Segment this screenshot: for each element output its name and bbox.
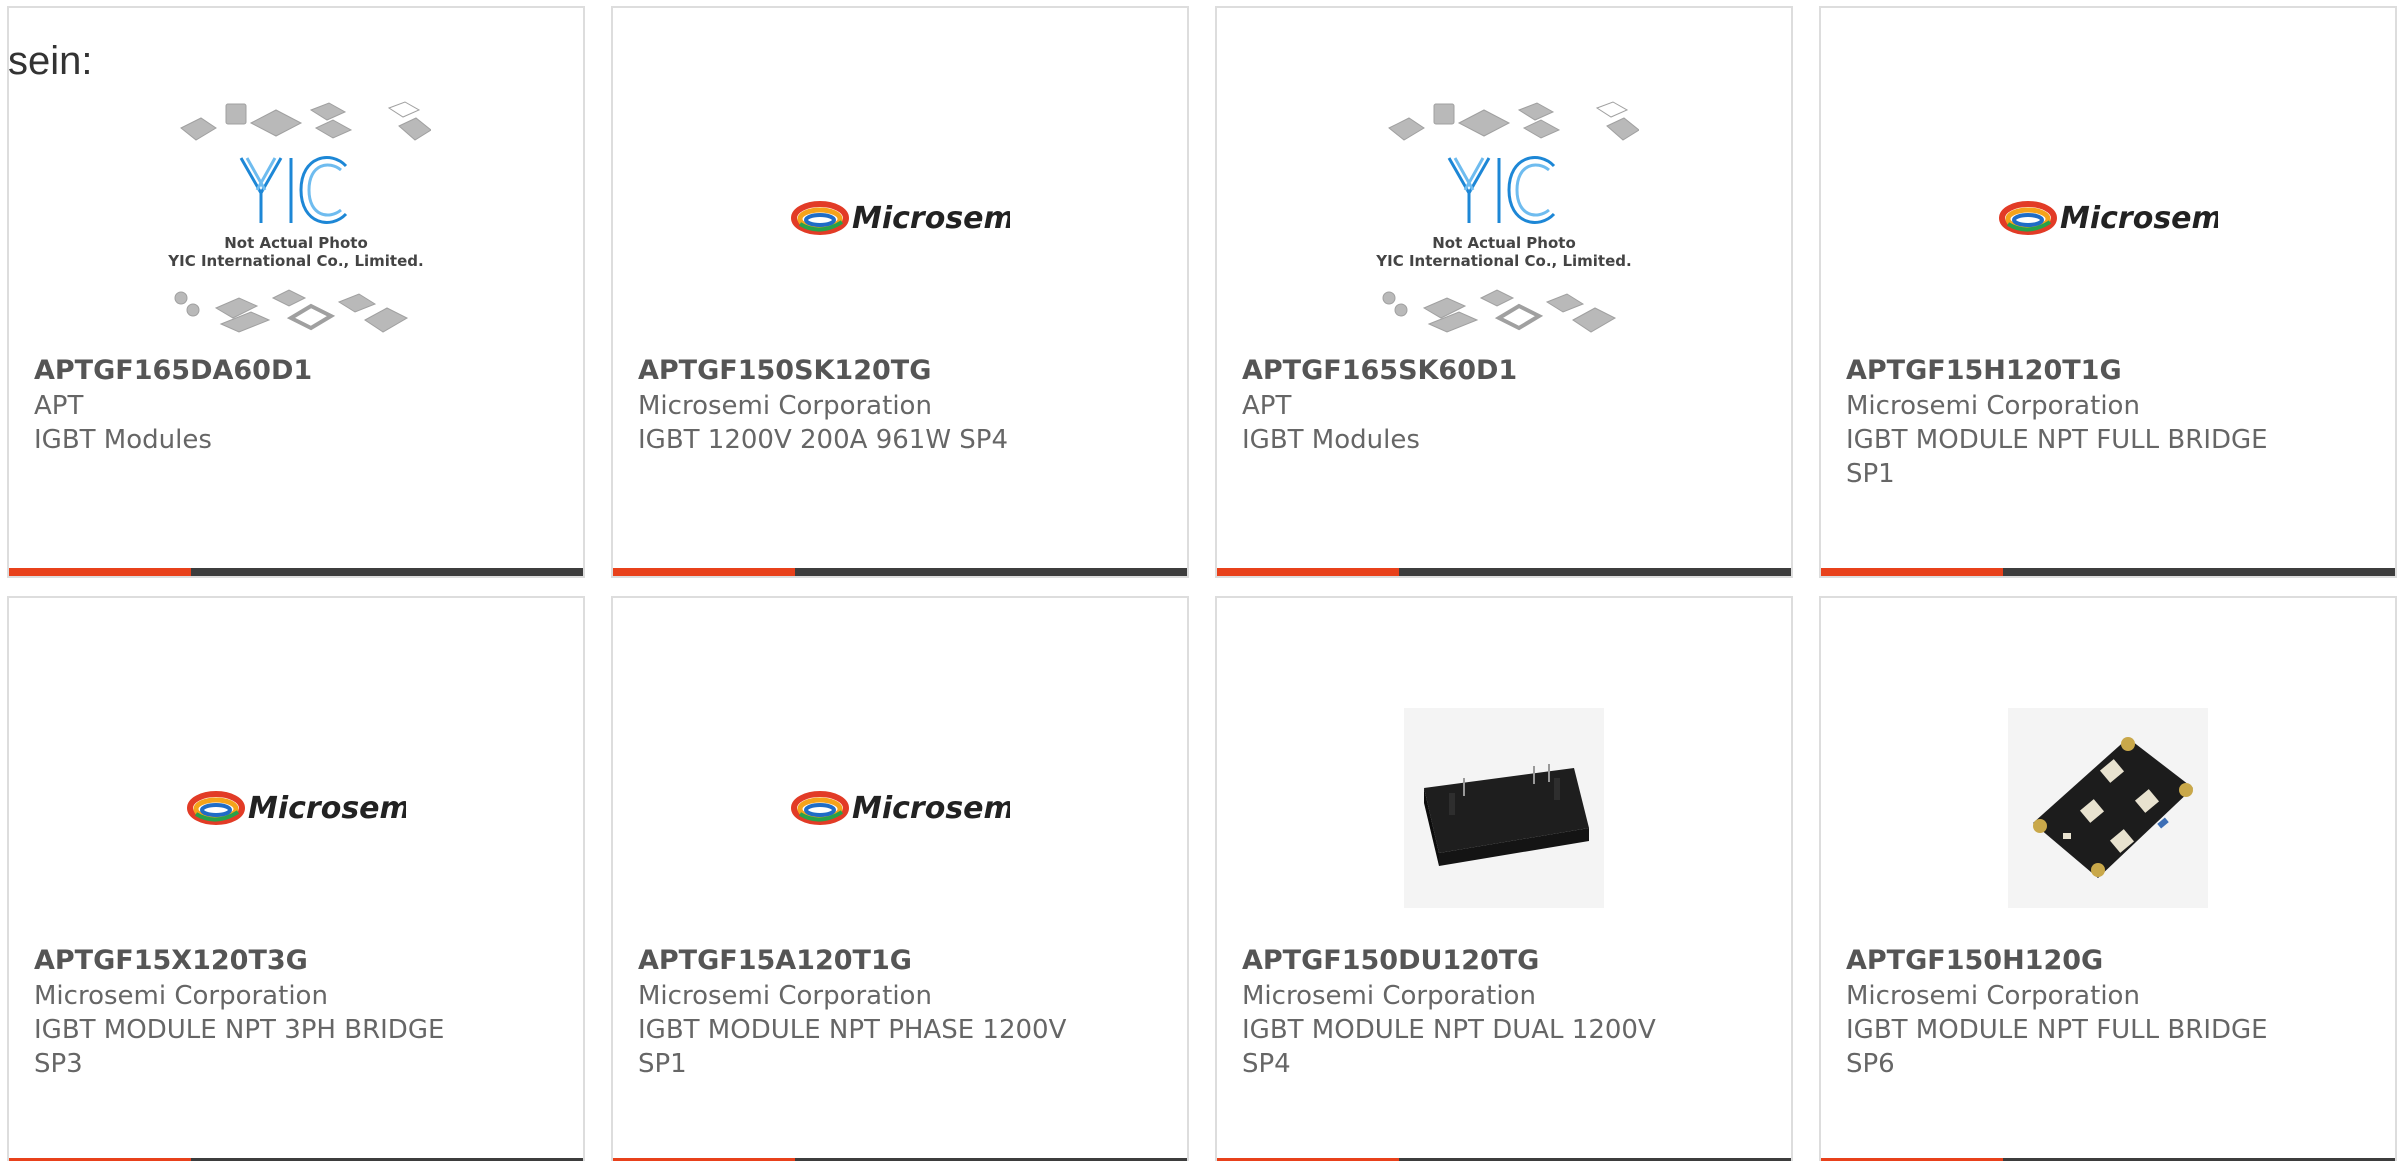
svg-text:Microsemi: Microsemi: [852, 201, 1010, 236]
description: IGBT MODULE NPT FULL BRIDGE SP6: [1846, 1015, 2268, 1079]
part-number[interactable]: APTGF15H120T1G: [1846, 353, 2370, 389]
product-image[interactable]: Not Actual Photo YIC International Co., …: [9, 83, 583, 353]
product-image[interactable]: [1821, 673, 2395, 943]
svg-text:Microsemi: Microsemi: [248, 791, 406, 826]
card-accent-bar: [1217, 568, 1399, 576]
card-bottom-bar: [1821, 568, 2395, 576]
microsemi-logo-icon: Microsemi: [791, 791, 1010, 826]
svg-text:Not Actual Photo: Not Actual Photo: [1432, 234, 1576, 252]
part-number[interactable]: APTGF15X120T3G: [34, 943, 558, 979]
card-bottom-bar: [9, 568, 583, 576]
product-card[interactable]: APTGF150H120G Microsemi Corporation IGBT…: [1819, 596, 2397, 1161]
card-accent-bar: [1821, 568, 2003, 576]
description: IGBT MODULE NPT PHASE 1200V SP1: [638, 1015, 1067, 1079]
product-card[interactable]: APTGF150DU120TG Microsemi Corporation IG…: [1215, 596, 1793, 1161]
svg-text:Not Actual Photo: Not Actual Photo: [224, 234, 368, 252]
manufacturer: Microsemi Corporation: [638, 391, 932, 421]
description: IGBT Modules: [34, 425, 212, 455]
product-card[interactable]: Not Actual Photo YIC International Co., …: [1215, 6, 1793, 578]
card-accent-bar: [9, 568, 191, 576]
part-number[interactable]: APTGF165DA60D1: [34, 353, 558, 389]
product-grid-page: sein: Not Actual Photo YIC International…: [0, 0, 2400, 1161]
product-card[interactable]: Microsemi APTGF15X120T3G Microsemi Corpo…: [7, 596, 585, 1161]
manufacturer: Microsemi Corporation: [1846, 391, 2140, 421]
product-image[interactable]: Microsemi: [613, 673, 1187, 943]
card-accent-bar: [613, 568, 795, 576]
manufacturer: Microsemi Corporation: [638, 981, 932, 1011]
product-image[interactable]: Microsemi: [613, 83, 1187, 353]
product-image[interactable]: Not Actual Photo YIC International Co., …: [1217, 83, 1791, 353]
igbt-module-photo-icon: [2008, 708, 2208, 908]
microsemi-logo-icon: Microsemi: [791, 201, 1010, 236]
product-image[interactable]: Microsemi: [9, 673, 583, 943]
svg-text:YIC International Co., Limited: YIC International Co., Limited.: [1375, 252, 1631, 270]
intro-text: sein:: [8, 39, 93, 83]
part-number[interactable]: APTGF150H120G: [1846, 943, 2370, 979]
description: IGBT MODULE NPT DUAL 1200V SP4: [1242, 1015, 1656, 1079]
description: IGBT MODULE NPT 3PH BRIDGE SP3: [34, 1015, 445, 1079]
description: IGBT Modules: [1242, 425, 1420, 455]
manufacturer: Microsemi Corporation: [1846, 981, 2140, 1011]
card-bottom-bar: [613, 568, 1187, 576]
manufacturer: APT: [34, 391, 84, 421]
svg-text:Microsemi: Microsemi: [2060, 201, 2218, 236]
product-card[interactable]: Microsemi APTGF15H120T1G Microsemi Corpo…: [1819, 6, 2397, 578]
microsemi-logo-icon: Microsemi: [1999, 201, 2218, 236]
manufacturer: APT: [1242, 391, 1292, 421]
product-image[interactable]: Microsemi: [1821, 83, 2395, 353]
microsemi-logo-icon: Microsemi: [187, 791, 406, 826]
product-card[interactable]: Microsemi APTGF150SK120TG Microsemi Corp…: [611, 6, 1189, 578]
part-number[interactable]: APTGF150SK120TG: [638, 353, 1162, 389]
svg-text:Microsemi: Microsemi: [852, 791, 1010, 826]
manufacturer: Microsemi Corporation: [1242, 981, 1536, 1011]
igbt-module-photo-icon: [1404, 708, 1604, 908]
description: IGBT MODULE NPT FULL BRIDGE SP1: [1846, 425, 2268, 489]
part-number[interactable]: APTGF165SK60D1: [1242, 353, 1766, 389]
product-image[interactable]: [1217, 673, 1791, 943]
product-card[interactable]: Not Actual Photo YIC International Co., …: [7, 6, 585, 578]
yic-placeholder-icon: Not Actual Photo YIC International Co., …: [1375, 101, 1639, 333]
description: IGBT 1200V 200A 961W SP4: [638, 425, 1009, 455]
part-number[interactable]: APTGF150DU120TG: [1242, 943, 1766, 979]
yic-placeholder-icon: Not Actual Photo YIC International Co., …: [167, 101, 431, 333]
manufacturer: Microsemi Corporation: [34, 981, 328, 1011]
product-card[interactable]: Microsemi APTGF15A120T1G Microsemi Corpo…: [611, 596, 1189, 1161]
card-bottom-bar: [1217, 568, 1791, 576]
part-number[interactable]: APTGF15A120T1G: [638, 943, 1162, 979]
svg-text:YIC International Co., Limited: YIC International Co., Limited.: [167, 252, 423, 270]
